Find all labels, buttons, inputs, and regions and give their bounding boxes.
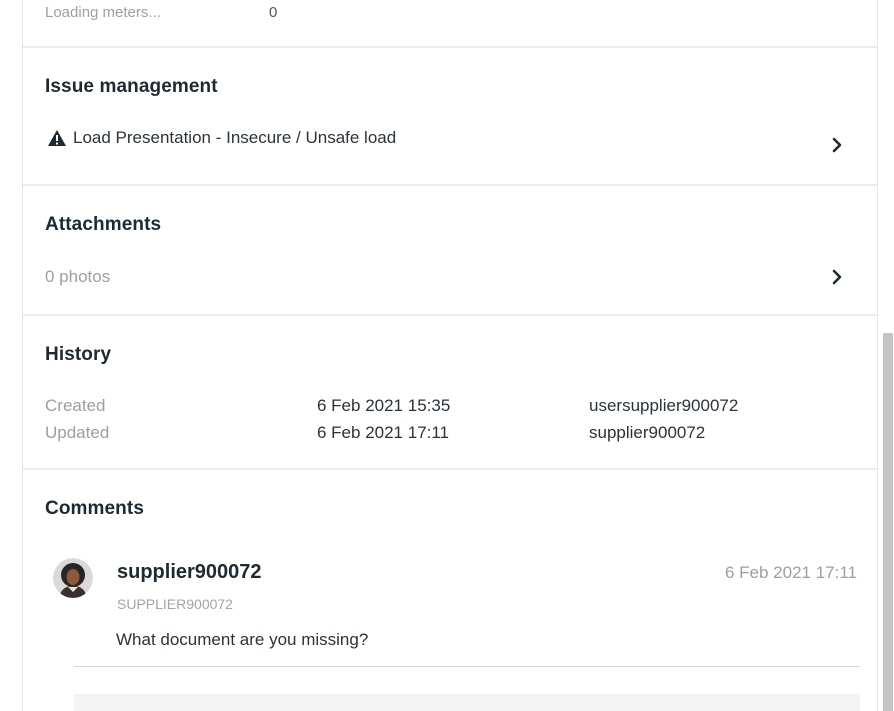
loading-meters-value: 0 (269, 4, 278, 21)
history-date: 6 Feb 2021 15:35 (317, 396, 451, 415)
history-label: Updated (45, 423, 110, 442)
history-row-created: Created 6 Feb 2021 15:35 usersupplier900… (45, 396, 738, 416)
comment-input[interactable] (74, 694, 860, 711)
attachments-summary: 0 photos (45, 267, 111, 286)
chevron-right-icon[interactable] (829, 268, 845, 286)
detail-panel: Loading meters... 0 Issue management Loa… (22, 0, 878, 711)
history-label: Created (45, 396, 106, 415)
comment-author[interactable]: supplier900072 (117, 561, 262, 584)
issue-management-section: Issue management Load Presentation - Ins… (23, 48, 877, 186)
history-date: 6 Feb 2021 17:11 (317, 423, 450, 442)
comment-timestamp: 6 Feb 2021 17:11 (724, 563, 857, 582)
history-user: usersupplier900072 (589, 396, 739, 415)
comment-author-handle: SUPPLIER900072 (117, 596, 233, 612)
comments-title: Comments (45, 498, 144, 519)
attachments-title: Attachments (45, 214, 162, 235)
scrollbar-thumb[interactable] (883, 333, 893, 711)
history-row-updated: Updated 6 Feb 2021 17:11 supplier900072 (45, 423, 705, 443)
avatar (53, 558, 93, 598)
comment-text: What document are you missing? (116, 630, 369, 649)
chevron-right-icon[interactable] (829, 136, 845, 154)
attachments-section: Attachments 0 photos (23, 186, 877, 316)
issue-item-label: Load Presentation - Insecure / Unsafe lo… (73, 128, 397, 147)
avatar-photo-icon (53, 558, 93, 598)
issue-management-title: Issue management (45, 76, 218, 97)
comment-divider (74, 666, 860, 667)
issue-item[interactable]: Load Presentation - Insecure / Unsafe lo… (47, 128, 396, 148)
comments-section: Comments supplier900072 SUPPLIER900072 6… (23, 470, 877, 711)
warning-icon (48, 130, 66, 146)
loading-meters-row: Loading meters... 0 (23, 0, 877, 48)
loading-meters-label: Loading meters... (45, 4, 161, 21)
page: Loading meters... 0 Issue management Loa… (0, 0, 894, 711)
history-section: History Created 6 Feb 2021 15:35 usersup… (23, 316, 877, 470)
history-user: supplier900072 (589, 423, 706, 442)
history-title: History (45, 344, 112, 365)
